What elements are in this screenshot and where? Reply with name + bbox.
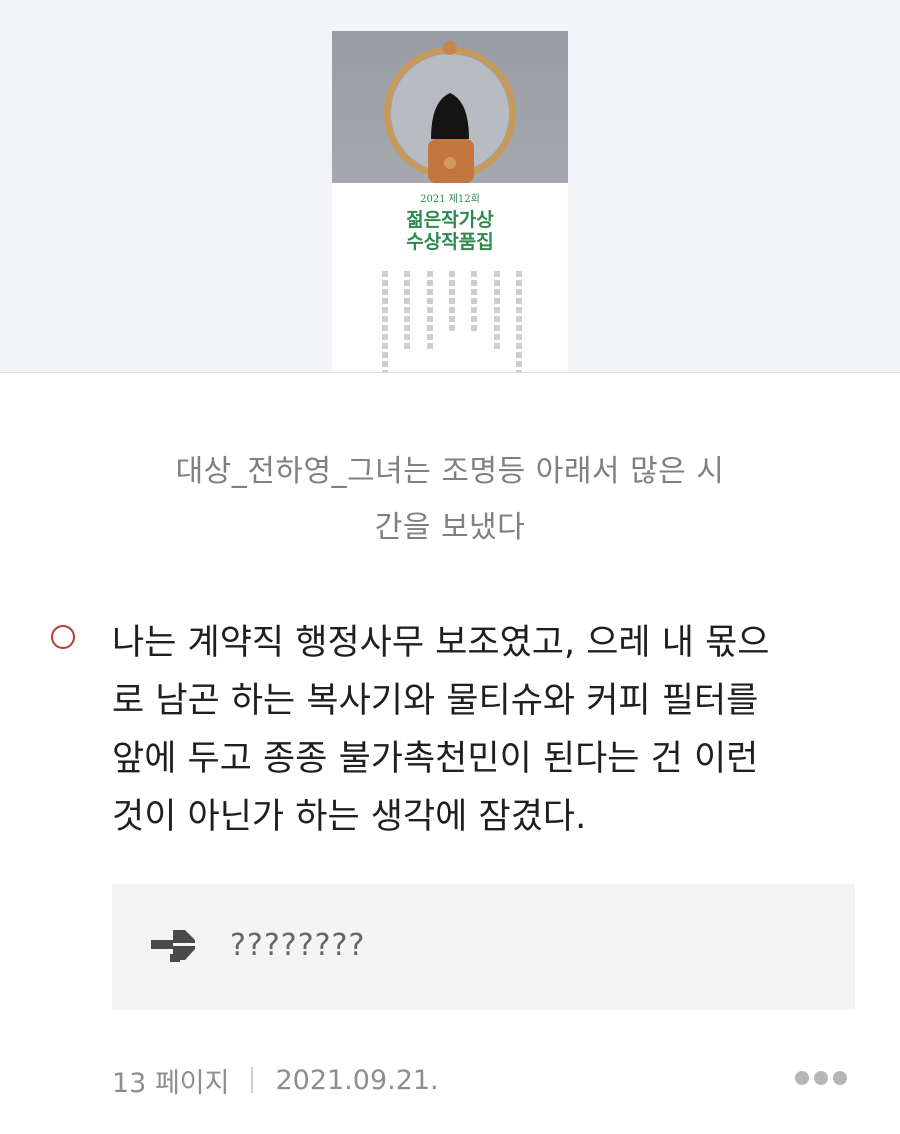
quote-line: 나는 계약직 행정사무 보조였고, 으레 내 몫으 (112, 623, 770, 663)
quote-line: 앞에 두고 종종 불가촉천민이 된다는 건 이런 (112, 739, 759, 779)
memo-icon (151, 930, 195, 962)
more-dots-icon (795, 1071, 809, 1085)
memo-box[interactable]: ???????? (112, 884, 855, 1010)
cover-text-column (471, 271, 478, 331)
cover-area: 2021 제12회 젊은작가상 수상작품집 (0, 0, 900, 373)
more-dots-icon (814, 1071, 828, 1085)
cover-author-list (382, 271, 522, 372)
more-options-button[interactable] (795, 1066, 847, 1090)
cover-title-line-2: 수상작품집 (406, 231, 494, 253)
highlight-circle-icon (51, 625, 75, 649)
cover-text-column (448, 271, 455, 331)
more-dots-icon (833, 1071, 847, 1085)
cover-text-column (493, 271, 500, 349)
quote-line: 것이 아닌가 하는 생각에 잠겼다. (112, 797, 587, 837)
book-cover-image[interactable]: 2021 제12회 젊은작가상 수상작품집 (332, 31, 568, 372)
highlight-quote[interactable]: 나는 계약직 행정사무 보조였고, 으레 내 몫으 로 남곤 하는 복사기와 물… (112, 614, 864, 846)
cover-text-column (404, 271, 411, 349)
footer-divider (251, 1067, 254, 1093)
cover-title: 젊은작가상 수상작품집 (332, 209, 568, 253)
cover-text-column (515, 271, 522, 372)
cover-text-column (382, 271, 388, 372)
book-title-line-2: 간을 보냈다 (374, 510, 526, 545)
cover-title-line-1: 젊은작가상 (406, 209, 494, 231)
cover-year: 2021 제12회 (420, 194, 480, 205)
book-title-line-1: 대상_전하영_그녀는 조명등 아래서 많은 시 (175, 454, 725, 489)
memo-text: ???????? (230, 928, 366, 963)
footer-meta: 13 페이지 2021.09.21. (112, 1060, 439, 1100)
cover-text-column (426, 271, 433, 349)
page-number: 13 페이지 (112, 1067, 230, 1099)
book-title[interactable]: 대상_전하영_그녀는 조명등 아래서 많은 시 간을 보냈다 (100, 444, 800, 556)
quote-line: 로 남곤 하는 복사기와 물티슈와 커피 필터를 (112, 681, 759, 721)
highlight-date: 2021.09.21. (275, 1064, 439, 1096)
cover-photo (332, 31, 568, 183)
